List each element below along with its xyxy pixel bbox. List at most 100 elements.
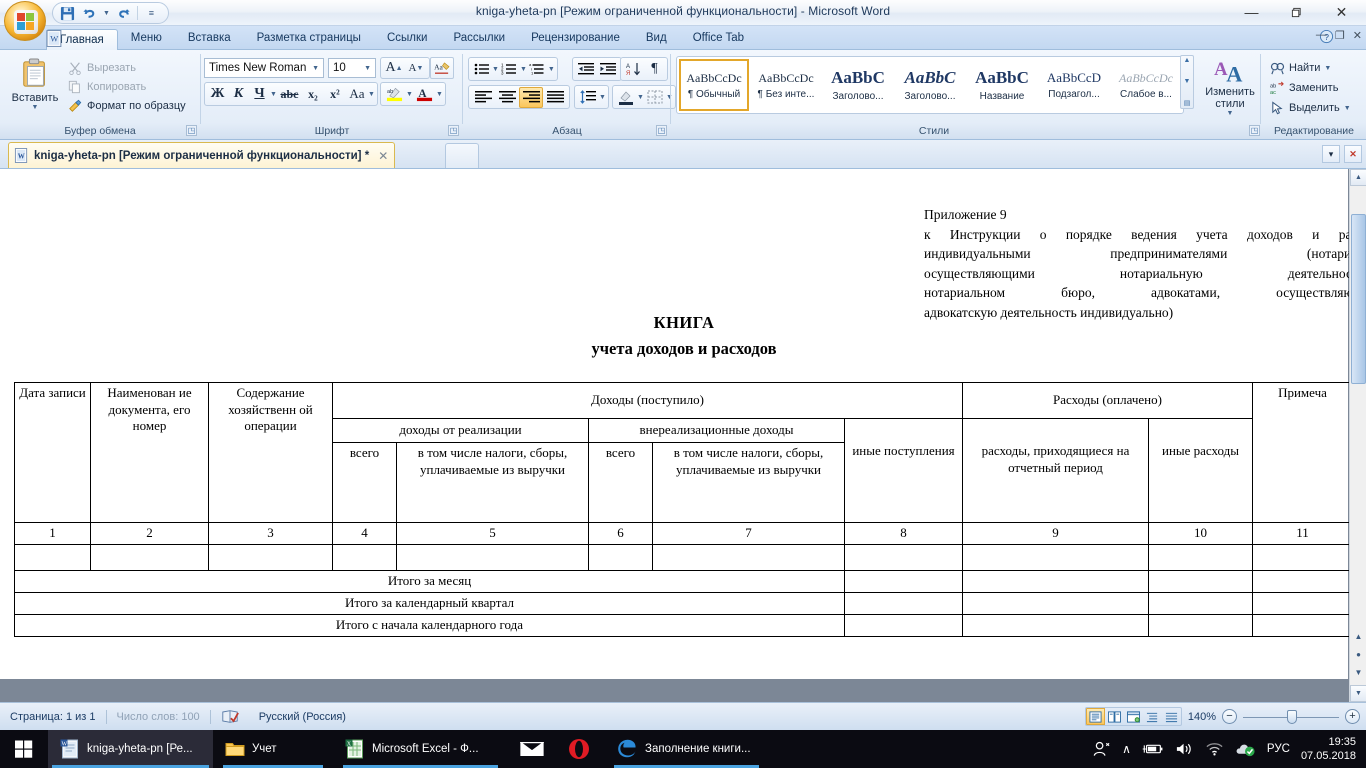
change-case-button[interactable]: Aa	[346, 84, 368, 105]
multilevel-list-icon[interactable]: ai1	[527, 59, 548, 80]
close-button[interactable]: ✕	[1319, 0, 1364, 24]
select-button[interactable]: Выделить ▼	[1268, 98, 1364, 118]
subscript-button[interactable]: x₂	[302, 84, 324, 105]
replace-button[interactable]: abac Заменить	[1268, 78, 1364, 98]
multilevel-dropdown-arrow[interactable]: ▼	[548, 66, 555, 73]
wifi-icon[interactable]	[1205, 741, 1224, 757]
full-screen-reading-view-icon[interactable]	[1105, 708, 1124, 725]
cut-button[interactable]: Вырезать	[66, 58, 194, 77]
paste-dropdown-arrow[interactable]: ▼	[32, 104, 39, 111]
previous-object-icon[interactable]: ▲	[1351, 629, 1366, 644]
ribbon-tab-8[interactable]: Office Tab	[680, 28, 757, 50]
draft-view-icon[interactable]	[1162, 708, 1181, 725]
word-count[interactable]: Число слов: 100	[107, 707, 210, 727]
table-empty-row[interactable]	[15, 544, 1353, 570]
font-size-input[interactable]: 10 ▼	[328, 58, 376, 78]
chevron-up-icon[interactable]: ∧	[1122, 742, 1131, 756]
income-expense-table[interactable]: Дата записи Наименован ие документа, его…	[14, 382, 1353, 637]
ribbon-tab-5[interactable]: Рассылки	[440, 28, 518, 50]
battery-icon[interactable]	[1142, 742, 1164, 756]
shrink-font-button[interactable]: A▼	[405, 59, 427, 78]
volume-icon[interactable]	[1175, 741, 1194, 757]
change-styles-dropdown-arrow[interactable]: ▼	[1227, 110, 1234, 117]
cell-empty-3[interactable]	[209, 544, 333, 570]
print-layout-view-icon[interactable]	[1086, 708, 1105, 725]
styles-gallery-scrollbar[interactable]: ▲ ▼ ▤	[1180, 55, 1194, 109]
select-browse-object-icon[interactable]: ●	[1351, 647, 1366, 662]
summary-year-11[interactable]	[1253, 614, 1353, 636]
table-row[interactable]: Итого за календарный квартал	[15, 592, 1353, 614]
document-tab-active[interactable]: W kniga-yheta-pn [Режим ограниченной фун…	[8, 142, 395, 168]
cell-empty-4[interactable]	[333, 544, 397, 570]
ribbon-tab-7[interactable]: Вид	[633, 28, 680, 50]
find-dropdown-arrow[interactable]: ▼	[1324, 65, 1331, 72]
language-indicator-tray[interactable]: РУС	[1267, 743, 1290, 755]
scroll-down-icon[interactable]: ▼	[1350, 685, 1366, 702]
justify-icon[interactable]	[543, 87, 567, 108]
document-tab-placeholder[interactable]	[445, 143, 479, 168]
align-center-icon[interactable]	[495, 87, 519, 108]
people-icon[interactable]	[1092, 740, 1111, 758]
select-dropdown-arrow[interactable]: ▼	[1344, 105, 1351, 112]
ribbon-tab-6[interactable]: Рецензирование	[518, 28, 633, 50]
align-right-icon[interactable]	[519, 87, 543, 108]
cell-empty-5[interactable]	[397, 544, 589, 570]
summary-year-10[interactable]	[1149, 614, 1253, 636]
cell-empty-6[interactable]	[589, 544, 653, 570]
office-tab-menu-button[interactable]: ▾	[1322, 145, 1340, 163]
numbered-list-icon[interactable]: 123	[499, 59, 520, 80]
increase-indent-icon[interactable]	[597, 59, 619, 80]
clear-formatting-button[interactable]: Aa	[430, 57, 454, 79]
zoom-out-button[interactable]: −	[1222, 709, 1237, 724]
line-spacing-icon[interactable]	[577, 87, 599, 108]
sort-icon[interactable]: AЯ	[623, 59, 644, 80]
font-size-dropdown-arrow[interactable]: ▼	[364, 65, 371, 72]
style-cell-6[interactable]: AaBbCcDcСлабое в...	[1111, 59, 1181, 111]
web-layout-view-icon[interactable]	[1124, 708, 1143, 725]
summary-month-11[interactable]	[1253, 570, 1353, 592]
ribbon-tab-2[interactable]: Вставка	[175, 28, 244, 50]
taskbar-item-word[interactable]: W kniga-yheta-pn [Ре...	[48, 730, 213, 768]
change-case-dropdown-arrow[interactable]: ▼	[368, 91, 375, 98]
bullet-dropdown-arrow[interactable]: ▼	[492, 66, 499, 73]
clock[interactable]: 19:35 07.05.2018	[1301, 735, 1356, 763]
font-dialog-launcher[interactable]: ◳	[448, 125, 459, 136]
table-row[interactable]: Итого за месяц	[15, 570, 1353, 592]
zoom-slider-thumb[interactable]	[1287, 710, 1297, 724]
summary-quarter-9[interactable]	[963, 592, 1149, 614]
bullet-list-icon[interactable]	[471, 59, 492, 80]
cell-empty-2[interactable]	[91, 544, 209, 570]
underline-button[interactable]: Ч	[249, 84, 270, 105]
summary-year-9[interactable]	[963, 614, 1149, 636]
taskbar-item-mail[interactable]	[508, 730, 556, 768]
font-color-button[interactable]: A	[413, 84, 436, 105]
summary-month-10[interactable]	[1149, 570, 1253, 592]
clipboard-dialog-launcher[interactable]: ◳	[186, 125, 197, 136]
summary-quarter-10[interactable]	[1149, 592, 1253, 614]
cell-empty-11[interactable]	[1253, 544, 1353, 570]
highlight-color-button[interactable]: ab	[383, 84, 406, 105]
page-indicator[interactable]: Страница: 1 из 1	[0, 707, 106, 727]
change-styles-button[interactable]: A A Изменить стили ▼	[1202, 56, 1258, 118]
summary-year-8[interactable]	[845, 614, 963, 636]
styles-dialog-launcher[interactable]: ◳	[1249, 125, 1260, 136]
maximize-button[interactable]	[1274, 0, 1319, 24]
start-button[interactable]	[0, 730, 48, 768]
outline-view-icon[interactable]	[1143, 708, 1162, 725]
summary-quarter-11[interactable]	[1253, 592, 1353, 614]
shading-dropdown-arrow[interactable]: ▼	[637, 94, 644, 101]
zoom-in-button[interactable]: +	[1345, 709, 1360, 724]
bold-button[interactable]: Ж	[207, 84, 228, 105]
decrease-indent-icon[interactable]	[575, 59, 597, 80]
taskbar-item-folder[interactable]: Учет	[213, 730, 333, 768]
inner-close-button[interactable]: ✕	[1353, 29, 1362, 42]
proofing-status[interactable]	[211, 707, 249, 727]
italic-button[interactable]: К	[228, 84, 249, 105]
summary-month-8[interactable]	[845, 570, 963, 592]
highlight-dropdown-arrow[interactable]: ▼	[406, 91, 413, 98]
inner-minimize-button[interactable]: —	[1316, 29, 1327, 42]
shading-icon[interactable]	[615, 87, 637, 108]
styles-scroll-down-icon[interactable]: ▼	[1184, 78, 1191, 85]
styles-more-icon[interactable]: ▤	[1184, 99, 1191, 107]
language-indicator[interactable]: Русский (Россия)	[249, 707, 356, 727]
